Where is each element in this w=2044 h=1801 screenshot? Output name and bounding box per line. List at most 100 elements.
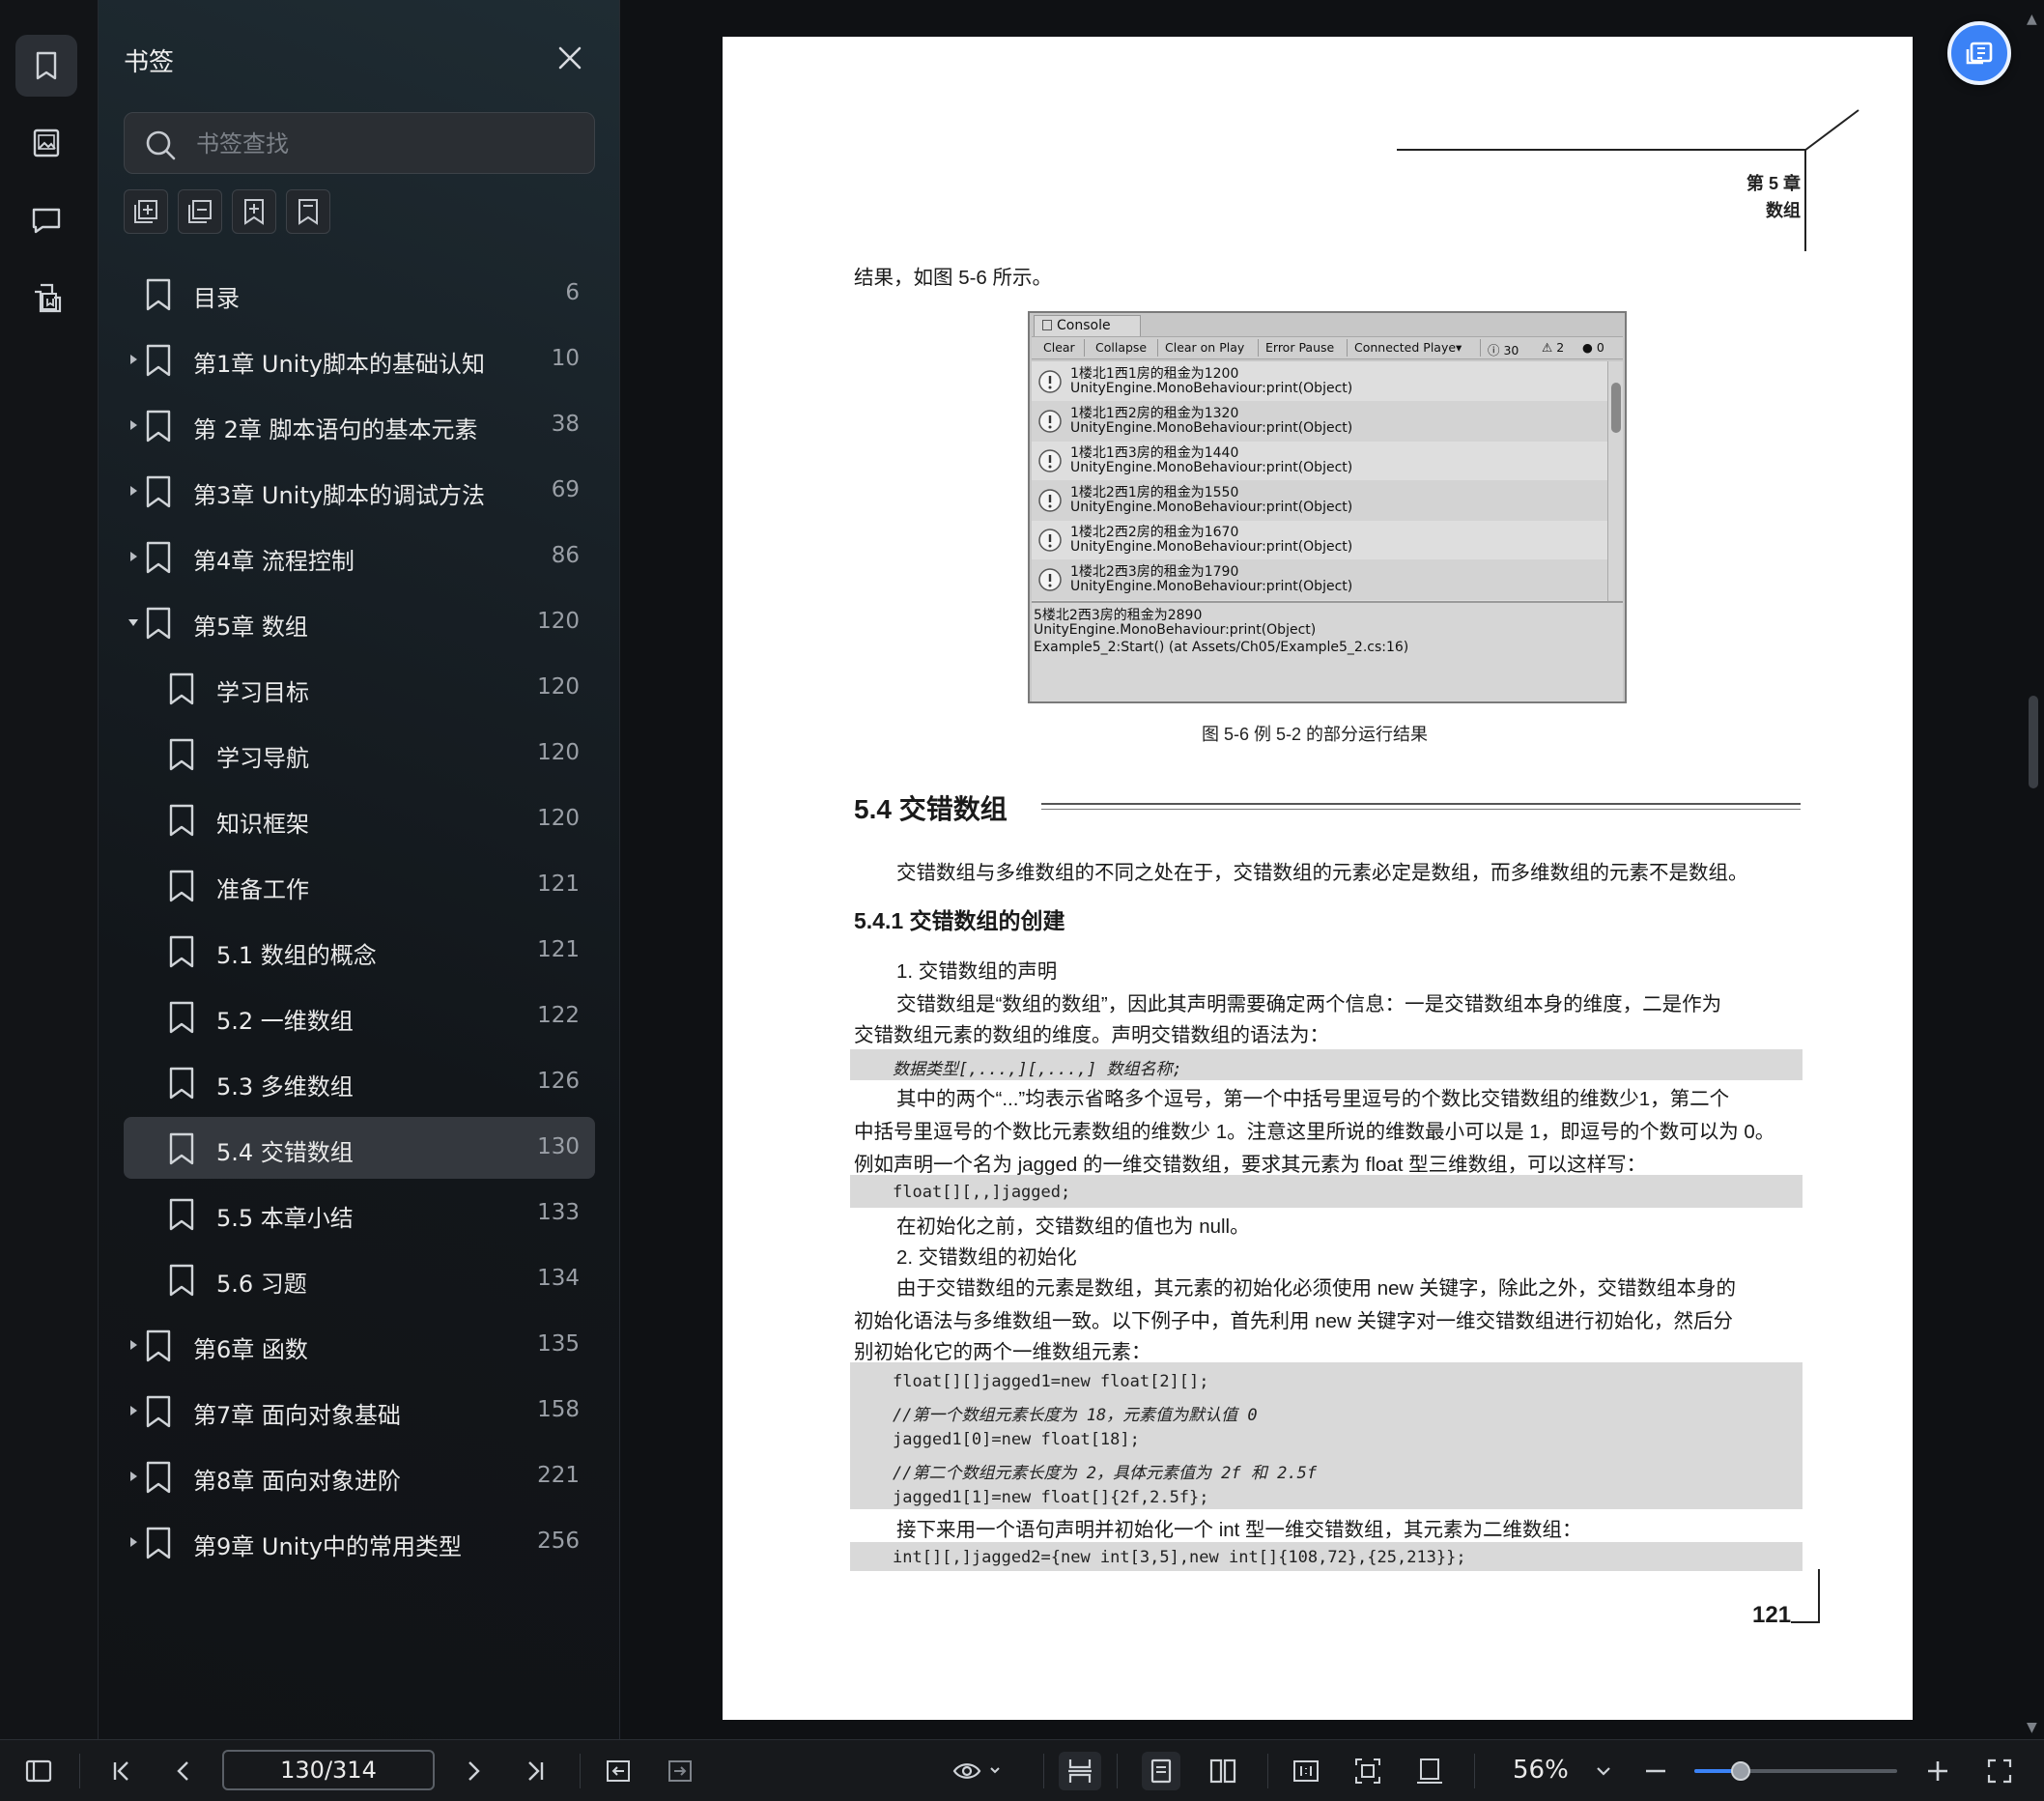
toggle-sidebar-button[interactable]	[19, 1752, 58, 1790]
caret-right-icon[interactable]	[128, 1469, 139, 1484]
bookmark-item[interactable]: 准备工作 121	[124, 854, 595, 916]
collapse-all-button[interactable]	[178, 189, 222, 234]
bookmark-icon	[169, 804, 194, 837]
fullscreen-button[interactable]	[1980, 1752, 2019, 1790]
fit-page-button[interactable]	[1348, 1752, 1387, 1790]
bookmark-item[interactable]: 学习导航 120	[124, 723, 595, 785]
caret-right-icon[interactable]	[128, 483, 139, 499]
console-message: 1楼北1西2房的租金为1320	[1070, 406, 1239, 421]
caret-down-icon[interactable]	[128, 615, 139, 630]
expand-all-button[interactable]	[124, 189, 168, 234]
first-page-button[interactable]	[102, 1752, 141, 1790]
close-panel-button[interactable]	[554, 43, 585, 73]
bookmark-item[interactable]: 第4章 流程控制 86	[124, 526, 595, 587]
bookmark-page-number: 86	[551, 543, 580, 568]
bookmark-label: 第 2章 脚本语句的基本元素	[193, 416, 478, 443]
bookmark-item[interactable]: 5.5 本章小结 133	[124, 1183, 595, 1244]
zoom-slider-handle[interactable]	[1731, 1761, 1751, 1781]
paragraph-line: 由于交错数组的元素是数组，其元素的初始化必须使用 new 关键字，除此之外，交错…	[896, 1277, 1736, 1300]
document-viewport[interactable]: 第 5 章 数组 结果，如图 5-6 所示。 Console Clear Col…	[620, 0, 2044, 1739]
back-icon	[607, 1760, 630, 1782]
bookmark-item[interactable]: 第5章 数组 120	[124, 591, 595, 653]
previous-page-button[interactable]	[164, 1752, 203, 1790]
bookmark-icon	[169, 1264, 194, 1297]
zoom-in-button[interactable]	[1918, 1752, 1957, 1790]
bookmark-label: 学习导航	[216, 745, 309, 772]
bookmark-item[interactable]: 5.1 数组的概念 121	[124, 920, 595, 982]
bookmark-label: 5.1 数组的概念	[216, 942, 377, 969]
bookmark-item[interactable]: 第3章 Unity脚本的调试方法 69	[124, 460, 595, 522]
zoom-dropdown-button[interactable]	[1584, 1752, 1623, 1790]
read-mode-button[interactable]	[949, 1752, 1010, 1790]
bookmark-item[interactable]: 知识框架 120	[124, 788, 595, 850]
bookmark-icon	[146, 278, 171, 311]
caret-right-icon[interactable]	[128, 1534, 139, 1550]
bookmark-icon	[169, 1132, 194, 1165]
page-number-input[interactable]	[222, 1750, 435, 1790]
rail-thumbnail-button[interactable]	[15, 112, 77, 174]
bookmark-item[interactable]: 第1章 Unity脚本的基础认知 10	[124, 329, 595, 390]
console-message: 1楼北1西1房的租金为1200	[1070, 366, 1239, 382]
caret-right-icon[interactable]	[128, 1403, 139, 1418]
first-page-icon	[113, 1761, 128, 1781]
document-page: 第 5 章 数组 结果，如图 5-6 所示。 Console Clear Col…	[723, 37, 1913, 1720]
bookmark-item[interactable]: 目录 6	[124, 263, 595, 325]
bookmark-item[interactable]: 5.3 多维数组 126	[124, 1051, 595, 1113]
add-bookmark-button[interactable]	[232, 189, 276, 234]
bookmark-item[interactable]: 5.4 交错数组 130	[124, 1117, 595, 1179]
double-page-button[interactable]	[1204, 1752, 1242, 1790]
bookmark-label: 5.4 交错数组	[216, 1139, 354, 1166]
bookmark-item[interactable]: 第 2章 脚本语句的基本元素 38	[124, 394, 595, 456]
fit-width-button[interactable]	[1410, 1752, 1449, 1790]
bookmark-item[interactable]: 5.2 一维数组 122	[124, 986, 595, 1047]
caret-right-icon[interactable]	[128, 352, 139, 367]
bookmark-page-number: 133	[537, 1200, 580, 1225]
minus-icon	[1646, 1769, 1665, 1773]
bookmark-label: 5.2 一维数组	[216, 1008, 354, 1035]
left-icon-rail	[0, 0, 99, 1739]
continuous-scroll-button[interactable]	[1059, 1752, 1101, 1790]
bookmark-page-number: 10	[551, 346, 580, 371]
console-log-row: 1楼北2西2房的租金为1670 UnityEngine.MonoBehaviour…	[1032, 520, 1607, 560]
rail-comment-button[interactable]	[15, 189, 77, 251]
close-icon	[558, 46, 582, 70]
caret-right-icon[interactable]	[128, 549, 139, 564]
fit-page-icon	[1355, 1758, 1380, 1784]
bookmark-item[interactable]: 第9章 Unity中的常用类型 256	[124, 1511, 595, 1573]
scroll-up-icon[interactable]: ▲	[2027, 12, 2037, 27]
zoom-value[interactable]: 56%	[1513, 1756, 1569, 1785]
bookmark-item[interactable]: 学习目标 120	[124, 657, 595, 719]
console-collapse: Collapse	[1095, 340, 1148, 355]
zoom-out-button[interactable]	[1636, 1752, 1675, 1790]
next-page-button[interactable]	[454, 1752, 493, 1790]
rail-bookmark-button[interactable]	[15, 35, 77, 97]
document-scrollbar[interactable]: ▲ ▼	[2021, 0, 2044, 1739]
bookmark-icon	[146, 410, 171, 443]
caret-right-icon[interactable]	[128, 1337, 139, 1353]
last-page-button[interactable]	[516, 1752, 554, 1790]
bookmark-label: 第8章 面向对象进阶	[193, 1468, 401, 1495]
bookmark-item[interactable]: 第7章 面向对象基础 158	[124, 1380, 595, 1442]
actual-size-button[interactable]	[1287, 1752, 1325, 1790]
forward-view-button[interactable]	[661, 1752, 699, 1790]
bookmark-item[interactable]: 5.6 习题 134	[124, 1248, 595, 1310]
scrollbar-thumb[interactable]	[2029, 696, 2038, 788]
bookmark-item[interactable]: 第8章 面向对象进阶 221	[124, 1445, 595, 1507]
scroll-down-icon[interactable]: ▼	[2027, 1720, 2037, 1735]
floating-translate-button[interactable]	[1947, 21, 2011, 85]
single-page-button[interactable]	[1142, 1752, 1180, 1790]
rail-extract-button[interactable]	[15, 267, 77, 329]
console-stack: UnityEngine.MonoBehaviour:print(Object)	[1070, 539, 1353, 555]
bookmark-tool-button[interactable]	[286, 189, 330, 234]
console-log-list: 1楼北1西1房的租金为1200 UnityEngine.MonoBehaviour…	[1032, 361, 1607, 601]
back-view-button[interactable]	[599, 1752, 638, 1790]
console-tab: Console	[1034, 315, 1141, 336]
caret-right-icon[interactable]	[128, 417, 139, 433]
bookmark-label: 第4章 流程控制	[193, 548, 355, 575]
bookmark-item[interactable]: 第6章 函数 135	[124, 1314, 595, 1376]
subsection-title: 5.4.1 交错数组的创建	[854, 908, 1065, 933]
bookmark-page-number: 120	[537, 674, 580, 700]
zoom-slider[interactable]	[1694, 1761, 1897, 1781]
bookmark-page-number: 121	[537, 872, 580, 897]
bookmark-search-input[interactable]	[196, 123, 582, 165]
